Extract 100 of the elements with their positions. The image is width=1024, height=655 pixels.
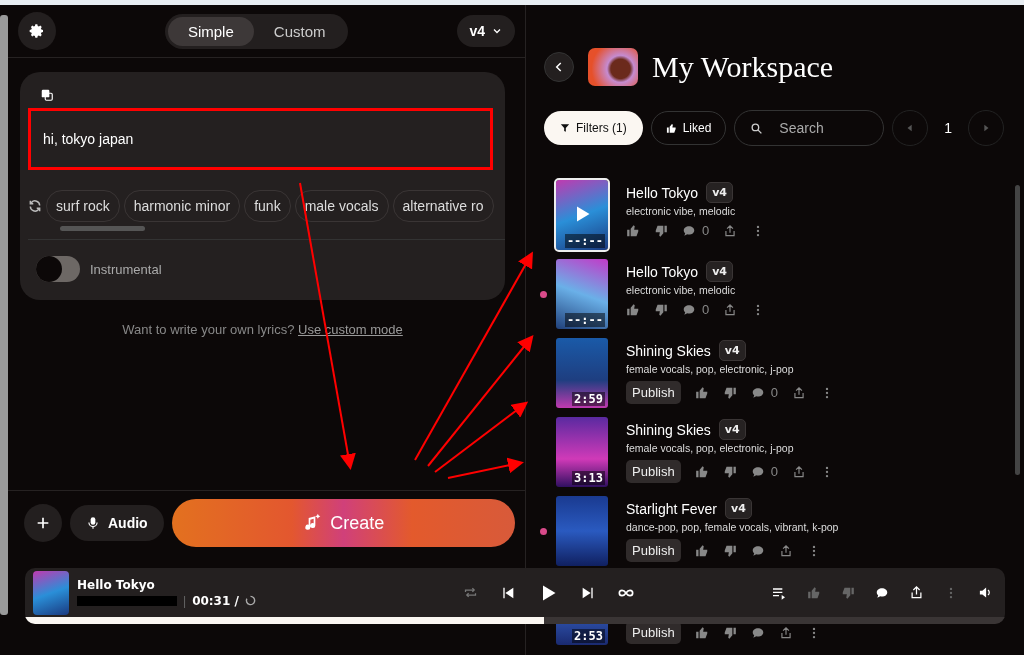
scrollbar[interactable] xyxy=(60,226,145,231)
song-title[interactable]: Starlight Fever xyxy=(626,500,718,517)
mode-tab[interactable]: Simple xyxy=(167,16,254,46)
scrollbar[interactable] xyxy=(0,15,8,615)
search-field[interactable]: Search xyxy=(734,110,885,146)
add-button[interactable] xyxy=(24,504,62,542)
audio-button[interactable]: Audio xyxy=(70,505,164,541)
model-dropdown[interactable]: v4 xyxy=(457,15,515,47)
share-icon xyxy=(791,385,806,400)
page-number: 1 xyxy=(943,120,954,136)
thumbs-down-icon xyxy=(654,223,668,238)
like-button[interactable] xyxy=(807,585,821,600)
mode-tab[interactable]: Custom xyxy=(253,16,346,46)
comment-button[interactable] xyxy=(875,585,889,600)
create-button[interactable]: Create xyxy=(171,499,515,547)
share-icon xyxy=(791,464,806,479)
speech-bubble-icon xyxy=(875,585,889,600)
version-tag: v4 xyxy=(725,498,752,519)
share-icon xyxy=(909,585,924,600)
cover-art[interactable]: 3:13 xyxy=(556,417,608,487)
publish-button[interactable]: Publish xyxy=(626,539,681,562)
thumbs-down-icon xyxy=(841,585,855,600)
loading-spinner-icon xyxy=(244,595,256,606)
duration-label: 3:13 xyxy=(572,471,605,485)
duration-label: --:-- xyxy=(564,234,605,248)
refresh-icon[interactable] xyxy=(28,199,42,213)
comment-count: 0 xyxy=(702,302,710,317)
filter-icon xyxy=(560,123,570,133)
publish-button[interactable]: Publish xyxy=(626,460,681,483)
thumbs-up-icon xyxy=(694,385,709,400)
dislike-button[interactable] xyxy=(722,543,737,558)
duration-label: 2:59 xyxy=(572,392,605,406)
duration-label: --:-- xyxy=(564,313,605,327)
share-button[interactable] xyxy=(909,585,924,600)
thumbs-up-icon xyxy=(694,625,709,640)
song-tags: female vocals, pop, electronic, j-pop xyxy=(626,442,834,454)
volume-button[interactable] xyxy=(978,585,993,600)
dislike-button[interactable] xyxy=(722,464,737,479)
cover-art[interactable]: --:-- xyxy=(556,259,608,329)
like-button[interactable] xyxy=(694,625,709,640)
thumbs-down-icon xyxy=(722,543,737,558)
song-title[interactable]: Shining Skies xyxy=(626,421,711,438)
like-button[interactable] xyxy=(694,385,709,400)
cover-art[interactable]: --:-- xyxy=(556,180,608,250)
thumbs-up-icon xyxy=(626,223,640,238)
version-tag: v4 xyxy=(706,182,733,203)
speech-bubble-icon xyxy=(750,464,765,479)
speech-bubble-icon xyxy=(750,543,765,558)
separator: | xyxy=(183,593,187,608)
thumbs-down-icon xyxy=(654,302,668,317)
song-tags: dance-pop, pop, female vocals, vibrant, k-pop xyxy=(626,521,839,533)
search-icon xyxy=(750,121,764,135)
comment-count: 0 xyxy=(770,464,778,479)
prompt-field[interactable]: hi, tokyo japan xyxy=(28,108,493,170)
like-button[interactable] xyxy=(694,464,709,479)
share-icon xyxy=(723,223,738,238)
filters-button[interactable]: Filters (1) xyxy=(544,111,643,145)
thumbs-down-icon xyxy=(722,625,737,640)
dice-icon[interactable] xyxy=(40,88,54,102)
elapsed-time: 00:31 / xyxy=(192,593,239,608)
dislike-button[interactable] xyxy=(722,625,737,640)
song-title[interactable]: Shining Skies xyxy=(626,342,711,359)
version-tag: v4 xyxy=(718,419,746,440)
workspace-title: My Workspace xyxy=(652,50,834,84)
speaker-icon xyxy=(978,585,993,600)
dislike-button[interactable] xyxy=(654,223,668,238)
settings-button[interactable] xyxy=(18,12,56,50)
cover-art[interactable]: 2:59 xyxy=(556,338,608,408)
back-button[interactable] xyxy=(544,52,574,82)
dislike-button[interactable] xyxy=(841,585,855,600)
comment-count: 0 xyxy=(702,223,710,238)
song-title[interactable]: Hello Tokyo xyxy=(626,263,699,280)
version-tag: v4 xyxy=(706,261,733,282)
share-icon xyxy=(723,302,738,317)
share-icon xyxy=(778,543,793,558)
settings-icon xyxy=(29,23,45,39)
thumbs-up-icon xyxy=(694,464,709,479)
speech-bubble-icon xyxy=(682,223,696,238)
instrumental-label: Instrumental xyxy=(90,261,162,277)
dislike-button[interactable] xyxy=(654,302,668,317)
version-tag: v4 xyxy=(718,340,746,361)
speech-bubble-icon xyxy=(750,625,765,640)
progress-bar[interactable] xyxy=(25,617,1005,624)
like-button[interactable] xyxy=(626,302,640,317)
song-tags: female vocals, pop, electronic, j-pop xyxy=(626,363,834,375)
cover-art[interactable]: 2:53 xyxy=(556,623,608,645)
publish-button[interactable]: Publish xyxy=(626,381,681,404)
cover-art[interactable] xyxy=(33,570,69,615)
duration-label: 2:53 xyxy=(572,629,605,643)
dislike-button[interactable] xyxy=(722,385,737,400)
like-button[interactable] xyxy=(694,543,709,558)
thumbs-up-icon xyxy=(807,585,821,600)
song-title[interactable]: Hello Tokyo xyxy=(626,184,699,201)
repeat-button[interactable] xyxy=(463,585,478,600)
scrollbar[interactable] xyxy=(1015,185,1020,475)
thumbs-down-icon xyxy=(722,385,737,400)
music-sparkle-icon xyxy=(302,513,323,533)
like-button[interactable] xyxy=(626,223,640,238)
speech-bubble-icon xyxy=(750,385,765,400)
instrumental-toggle[interactable] xyxy=(36,256,80,282)
